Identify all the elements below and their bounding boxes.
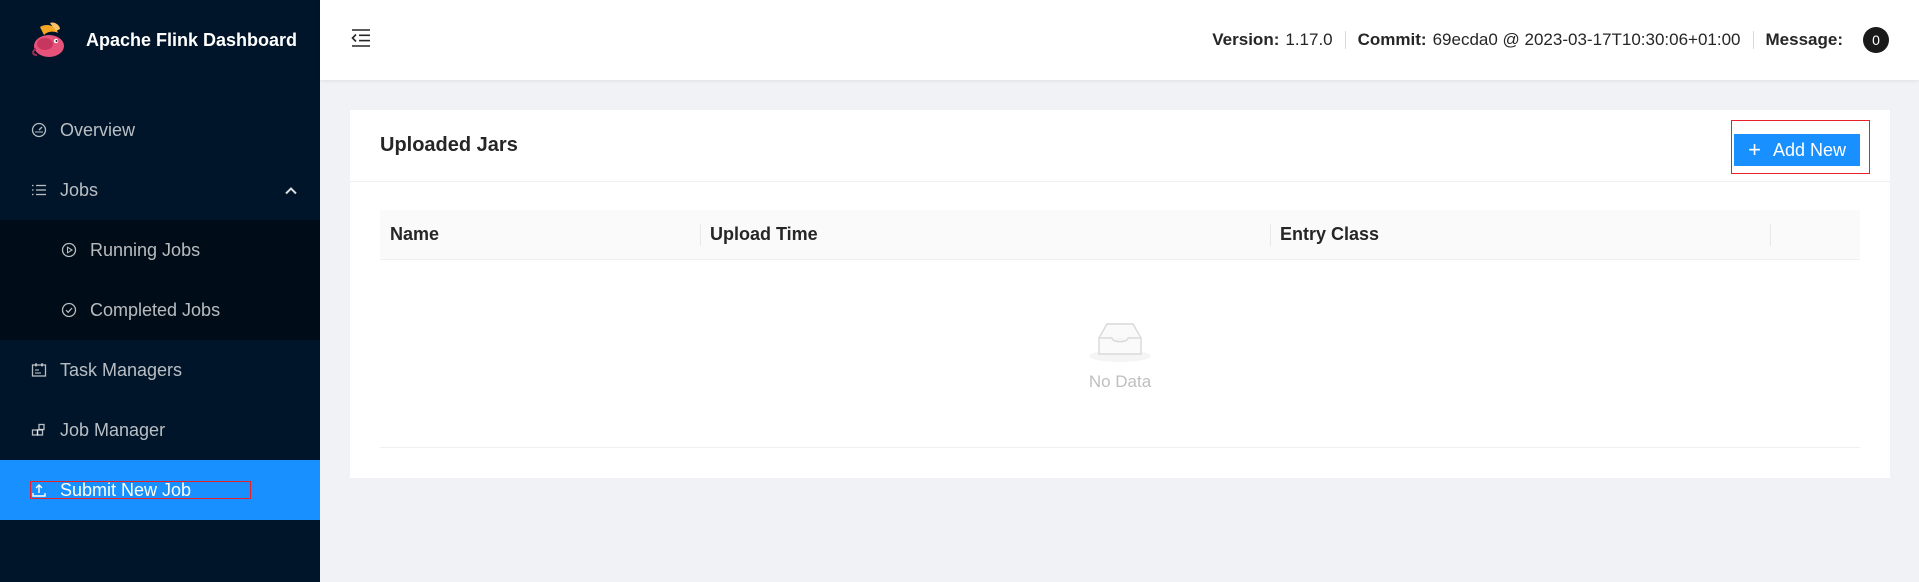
empty-inbox-icon: [1089, 322, 1151, 362]
commit-label: Commit:: [1357, 30, 1427, 49]
header: Version: 1.17.0 Commit: 69ecda0 @ 2023-0…: [320, 0, 1919, 80]
empty-text: No Data: [1088, 371, 1152, 391]
header-info: Version: 1.17.0 Commit: 69ecda0 @ 2023-0…: [1212, 0, 1889, 80]
version-label: Version:: [1212, 30, 1280, 49]
card-header: Uploaded Jars + Add New: [350, 110, 1890, 182]
dashboard-icon: [30, 121, 48, 139]
column-header-name: Name: [390, 224, 440, 244]
sidebar-item-label: Submit New Job: [60, 479, 192, 500]
sidebar-item-label: Running Jobs: [90, 239, 201, 260]
sidebar-item-label: Overview: [60, 119, 136, 140]
sidebar-item-label: Completed Jobs: [90, 299, 221, 320]
add-new-button[interactable]: + Add New: [1734, 134, 1860, 166]
schedule-icon: [30, 361, 48, 379]
sidebar-item-completed-jobs[interactable]: Completed Jobs: [0, 280, 320, 340]
column-header-actions: [1770, 210, 1860, 260]
sidebar-item-label: Job Manager: [60, 419, 166, 440]
upload-icon: [30, 481, 48, 499]
jobs-submenu: Running Jobs Completed Jobs: [0, 220, 320, 340]
sidebar-item-job-manager[interactable]: Job Manager: [0, 400, 320, 460]
app-title: Apache Flink Dashboard: [86, 29, 298, 50]
build-icon: [30, 421, 48, 439]
column-header-entry-class: Entry Class: [1270, 210, 1770, 260]
uploaded-jars-card: Uploaded Jars + Add New Name Upload Time…: [350, 110, 1890, 478]
sidebar-item-overview[interactable]: Overview: [0, 100, 320, 160]
table-header: Name Upload Time Entry Class: [380, 210, 1860, 260]
divider: [1344, 31, 1346, 49]
divider: [1752, 31, 1754, 49]
sidebar: Apache Flink Dashboard Overview Jobs Run…: [0, 0, 320, 582]
jars-table: Name Upload Time Entry Class No Data: [380, 210, 1860, 448]
empty-state: No Data: [380, 260, 1860, 448]
sidebar-item-submit-new-job[interactable]: Submit New Job: [0, 460, 320, 520]
sidebar-item-label: Task Managers: [60, 359, 183, 380]
commit-value: 69ecda0 @ 2023-03-17T10:30:06+01:00: [1432, 30, 1741, 49]
menu-fold-icon[interactable]: [350, 28, 374, 48]
sidebar-item-label: Jobs: [60, 179, 99, 200]
message-label[interactable]: Message:: [1766, 30, 1843, 50]
list-icon: [30, 181, 48, 199]
side-menu: Overview Jobs Running Jobs Completed Job…: [0, 100, 320, 520]
message-count-badge[interactable]: 0: [1863, 27, 1889, 53]
check-circle-icon: [60, 301, 78, 319]
brand[interactable]: Apache Flink Dashboard: [0, 0, 320, 80]
chevron-up-icon[interactable]: [284, 182, 298, 203]
plus-icon: +: [1748, 137, 1761, 162]
add-new-label: Add New: [1772, 139, 1846, 160]
card-title: Uploaded Jars: [380, 134, 518, 156]
play-circle-icon: [60, 241, 78, 259]
column-header-upload-time: Upload Time: [700, 210, 1270, 260]
flink-logo-icon: [32, 22, 64, 57]
sidebar-item-running-jobs[interactable]: Running Jobs: [0, 220, 320, 280]
sidebar-item-task-managers[interactable]: Task Managers: [0, 340, 320, 400]
version-value: 1.17.0: [1285, 30, 1333, 49]
sidebar-item-jobs[interactable]: Jobs: [0, 160, 320, 220]
